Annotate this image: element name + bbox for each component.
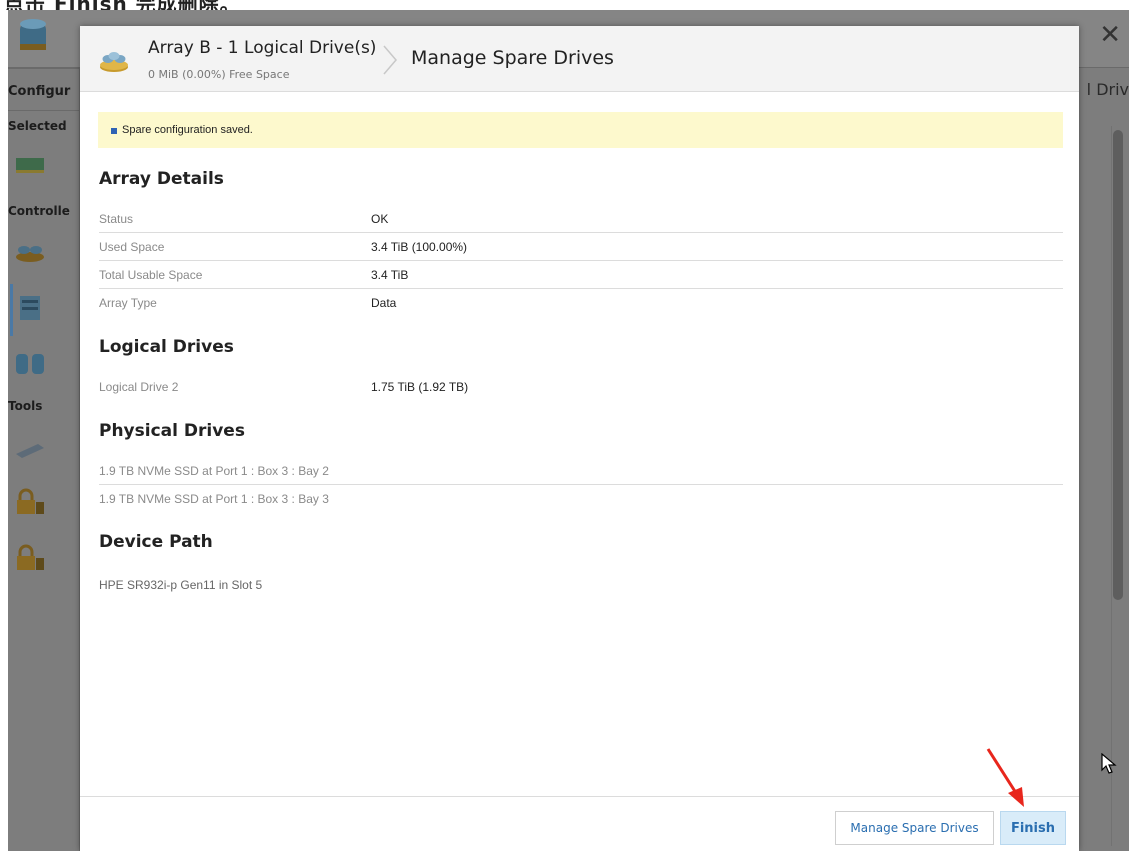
device-path-heading: Device Path — [99, 532, 213, 552]
background-close-icon[interactable]: ✕ — [1099, 20, 1121, 50]
background-panel-title: l Driv — [1086, 80, 1129, 99]
logical-drive-size: 1.75 TiB (1.92 TB) — [371, 380, 469, 394]
detail-label: Status — [99, 212, 134, 226]
manage-spare-drives-dialog: Array B - 1 Logical Drive(s) 0 MiB (0.00… — [80, 26, 1079, 851]
device-path-value: HPE SR932i-p Gen11 in Slot 5 — [99, 578, 263, 592]
nav-section-tools: Tools — [8, 399, 43, 413]
detail-row-array-type: Array Type Data — [99, 289, 1063, 317]
logical-drive-label: Logical Drive 2 — [99, 380, 179, 394]
background-nav: Configur Selected Controlle Tools — [8, 68, 80, 851]
page-title: Manage Spare Drives — [411, 47, 614, 69]
lock-key-icon[interactable] — [12, 486, 48, 520]
detail-row-status: Status OK — [99, 205, 1063, 233]
caption-text: 点击 Finish 完成删除。 — [4, 0, 241, 10]
controller-card-icon[interactable] — [12, 146, 48, 180]
nav-divider — [8, 110, 80, 111]
physical-drive-row: 1.9 TB NVMe SSD at Port 1 : Box 3 : Bay … — [99, 485, 1063, 513]
physical-drive-row: 1.9 TB NVMe SSD at Port 1 : Box 3 : Bay … — [99, 457, 1063, 485]
detail-value: Data — [371, 296, 397, 310]
array-icon[interactable] — [12, 233, 48, 267]
nav-divider — [8, 68, 80, 69]
detail-value: 3.4 TiB (100.00%) — [371, 240, 468, 254]
device-path-row: HPE SR932i-p Gen11 in Slot 5 — [99, 571, 1063, 599]
annotation-arrow-icon — [986, 748, 1024, 807]
detail-label: Used Space — [99, 240, 165, 254]
array-icon — [100, 52, 128, 72]
finish-button[interactable]: Finish — [1000, 811, 1066, 845]
nav-section-controller: Controlle — [8, 204, 70, 218]
logical-drives-heading: Logical Drives — [99, 337, 234, 357]
status-notice: Spare configuration saved. — [98, 112, 1063, 148]
physical-drives-heading: Physical Drives — [99, 421, 245, 441]
detail-label: Array Type — [99, 296, 157, 310]
detail-label: Total Usable Space — [99, 268, 203, 282]
array-title: Array B - 1 Logical Drive(s) — [148, 38, 377, 58]
detail-value: 3.4 TiB — [371, 268, 409, 282]
nav-section-configure: Configur — [8, 84, 71, 99]
breadcrumb-chevron-icon — [383, 45, 397, 75]
storage-array-icon — [20, 19, 46, 50]
nav-section-selected: Selected — [8, 119, 67, 133]
dialog-footer: Manage Spare Drives Finish — [80, 796, 1079, 851]
manage-spare-drives-button[interactable]: Manage Spare Drives — [835, 811, 994, 845]
info-square-icon — [111, 128, 117, 134]
detail-row-total-usable-space: Total Usable Space 3.4 TiB — [99, 261, 1063, 289]
unassigned-drives-icon[interactable] — [12, 346, 48, 380]
array-details-heading: Array Details — [99, 169, 224, 189]
mouse-cursor-icon — [1101, 753, 1117, 774]
physical-drives-icon[interactable] — [12, 290, 48, 324]
logical-drive-row: Logical Drive 2 1.75 TiB (1.92 TB) — [99, 373, 1063, 401]
array-free-space: 0 MiB (0.00%) Free Space — [148, 68, 290, 81]
dialog-header: Array B - 1 Logical Drive(s) 0 MiB (0.00… — [80, 26, 1079, 92]
physical-drive-label: 1.9 TB NVMe SSD at Port 1 : Box 3 : Bay … — [99, 492, 329, 506]
notice-text: Spare configuration saved. — [122, 124, 253, 136]
screenshot-caption: 点击 Finish 完成删除。 — [0, 0, 1129, 10]
detail-value: OK — [371, 212, 389, 226]
encryption-lock-icon[interactable] — [12, 542, 48, 576]
diagnostic-tool-icon[interactable] — [12, 430, 48, 464]
background-scrollbar[interactable] — [1113, 130, 1123, 600]
detail-row-used-space: Used Space 3.4 TiB (100.00%) — [99, 233, 1063, 261]
physical-drive-label: 1.9 TB NVMe SSD at Port 1 : Box 3 : Bay … — [99, 464, 329, 478]
